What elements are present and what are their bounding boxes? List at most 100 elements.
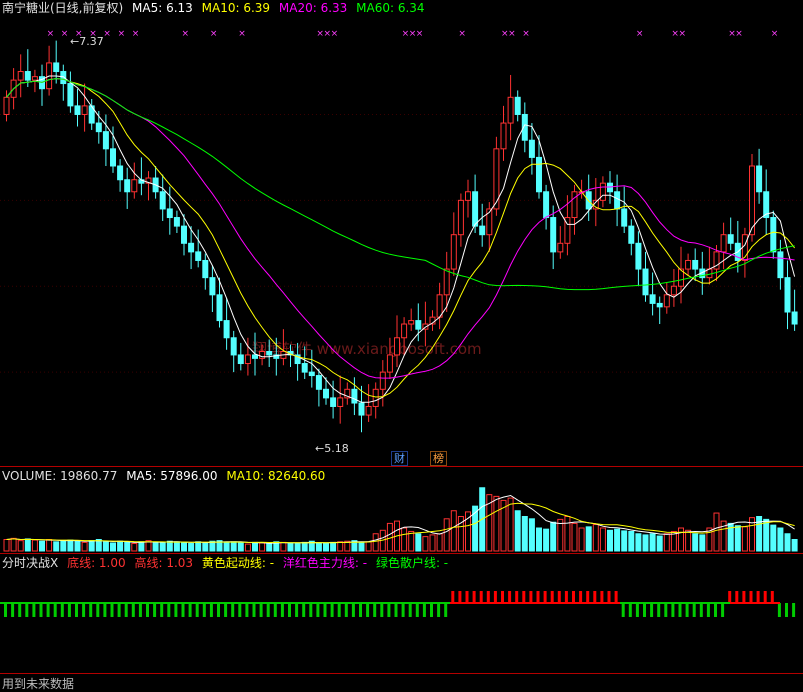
indicator-bar-red	[536, 591, 540, 603]
indicator-bar-green	[359, 603, 362, 617]
volume-bar	[60, 540, 67, 552]
signal-marker: ×	[118, 29, 126, 39]
candle-body	[330, 397, 337, 407]
indicator-bar-green	[394, 603, 398, 617]
candle-body	[166, 208, 173, 219]
volume-bar	[259, 542, 266, 552]
volume-bar	[635, 533, 642, 552]
signal-marker: ×	[182, 29, 190, 39]
candle-body	[536, 156, 542, 193]
indicator-bar-green	[32, 603, 36, 617]
candle-body	[31, 76, 38, 81]
candle-body	[81, 105, 88, 115]
candle-body	[472, 191, 479, 227]
candle-body	[95, 122, 102, 133]
candle-body	[457, 199, 464, 236]
volume-bar	[301, 541, 308, 552]
candle-body	[777, 251, 784, 279]
indicator-bar-red	[735, 591, 739, 603]
volume-bar	[365, 541, 372, 552]
indicator-bar-green	[714, 603, 717, 617]
volume-bar	[791, 539, 798, 552]
indicator-bar-red	[579, 591, 583, 603]
candle-body	[727, 234, 734, 244]
volume-bar	[521, 516, 528, 552]
candle-body	[252, 354, 258, 359]
volume-bar	[550, 521, 557, 552]
volume-bar	[223, 541, 230, 552]
volume-bar	[685, 529, 692, 552]
volume-bar	[188, 543, 195, 552]
indicator-bar-green	[401, 603, 405, 617]
indicator-bar-green	[692, 603, 696, 617]
signal-marker: ×	[771, 29, 779, 39]
indicator-bar-green	[280, 603, 284, 617]
candle-body	[670, 285, 677, 296]
indicator-bar-green	[430, 603, 433, 617]
indicator-bar-green	[60, 603, 64, 617]
indicator-bar-green	[18, 603, 22, 617]
candle-body	[266, 351, 273, 356]
indicator-bar-green	[39, 603, 43, 617]
candle-body	[415, 320, 422, 330]
volume-bar	[692, 533, 699, 552]
indicator-bar-red	[508, 591, 512, 603]
volume-bar	[81, 541, 88, 552]
volume-bar	[536, 527, 542, 552]
volume-bar	[436, 533, 443, 552]
candle-body	[528, 139, 535, 158]
volume-bar	[784, 533, 791, 552]
indicator-bar-red	[515, 591, 519, 603]
indicator-bar-green	[4, 603, 7, 617]
volume-bar	[244, 543, 251, 552]
volume-bar	[528, 518, 535, 552]
indicator-bar-green	[671, 603, 675, 617]
candle-body	[692, 259, 699, 270]
volume-bar	[159, 542, 166, 552]
volume-bar	[656, 535, 663, 552]
signal-marker: ×	[238, 29, 246, 39]
indicator-bar-green	[678, 603, 682, 617]
indicator-bar-green	[650, 603, 654, 617]
indicator-bar-red	[586, 591, 590, 603]
indicator-bar-green	[415, 603, 419, 617]
signal-marker: ×	[636, 29, 644, 39]
indicator-bar-green	[117, 603, 121, 617]
volume-bar	[699, 534, 706, 552]
indicator-bar-green	[67, 603, 71, 617]
candle-body	[230, 337, 237, 356]
volume-bar	[770, 524, 777, 552]
candle-body	[237, 354, 244, 365]
indicator-bar-green	[366, 603, 370, 617]
indicator-bar-green	[330, 603, 334, 617]
indicator-bar-red	[543, 591, 547, 603]
indicator-bar-green	[785, 603, 788, 617]
indicator-bar-green	[160, 603, 164, 617]
signal-marker: ×	[679, 29, 687, 39]
indicator-bar-red	[572, 591, 575, 603]
indicator-bar-green	[373, 603, 377, 617]
volume-bar	[585, 526, 592, 552]
indicator-bar-red	[564, 591, 568, 603]
indicator-bar-red	[529, 591, 533, 603]
volume-bar	[230, 541, 237, 552]
candle-body	[223, 320, 230, 339]
volume-bar	[734, 525, 741, 552]
indicator-bar-green	[131, 603, 135, 617]
candle-body	[408, 320, 415, 325]
indicator-bar-green	[344, 603, 348, 617]
candle-body	[465, 191, 471, 201]
volume-bar	[102, 541, 109, 552]
volume-bar	[315, 542, 322, 552]
indicator-bar-green	[323, 603, 327, 617]
volume-bar	[358, 541, 365, 552]
volume-bar	[10, 537, 17, 552]
indicator-bar-green	[288, 603, 291, 617]
candle-body	[372, 388, 379, 407]
indicator-bar-green	[273, 603, 277, 617]
volume-bar	[557, 518, 564, 552]
candle-body	[514, 96, 521, 115]
indicator-bar-red	[458, 591, 462, 603]
indicator-bar-green	[217, 603, 220, 617]
indicator-bar-red	[614, 591, 618, 603]
